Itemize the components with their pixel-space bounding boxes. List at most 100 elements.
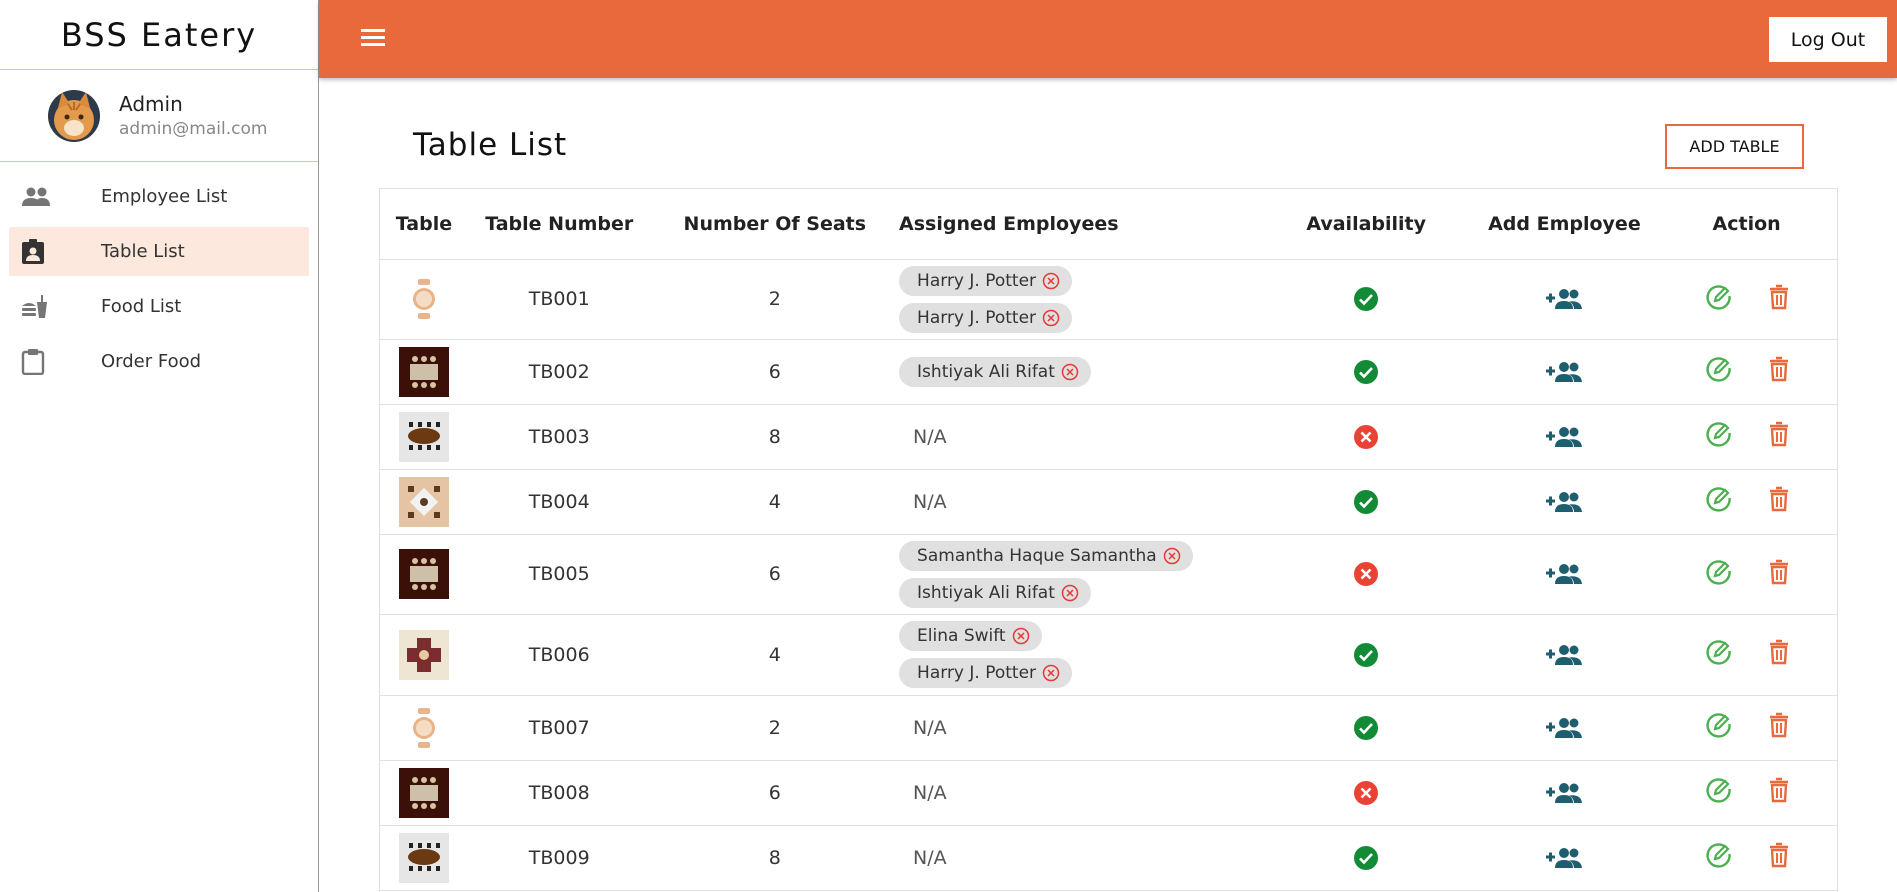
action-cell	[1656, 695, 1837, 761]
seats-cell: 6	[650, 339, 900, 405]
delete-icon[interactable]	[1769, 421, 1789, 447]
employee-name: Harry J. Potter	[917, 663, 1037, 683]
edit-icon[interactable]	[1705, 420, 1733, 448]
table-thumbnail-cell	[380, 404, 468, 470]
delete-icon[interactable]	[1769, 842, 1789, 868]
sidebar-item-table-list[interactable]: Table List	[9, 227, 309, 276]
add-employee-cell	[1472, 825, 1657, 891]
delete-icon[interactable]	[1769, 559, 1789, 585]
table-number-cell: TB007	[467, 695, 651, 761]
sidebar-item-label: Food List	[101, 296, 182, 317]
edit-icon[interactable]	[1705, 283, 1733, 311]
sidebar-item-label: Order Food	[101, 351, 202, 372]
seats-cell: 6	[650, 760, 900, 826]
no-employees-label: N/A	[913, 490, 947, 513]
no-employees-label: N/A	[913, 781, 947, 804]
remove-employee-icon[interactable]	[1042, 309, 1060, 327]
add-employee-cell	[1472, 695, 1657, 761]
table-layout-image	[380, 274, 468, 324]
table-thumbnail-cell	[380, 534, 468, 615]
add-employee-cell	[1472, 404, 1657, 470]
table-thumbnail-cell	[380, 760, 468, 826]
delete-icon[interactable]	[1769, 639, 1789, 665]
add-employee-icon[interactable]	[1545, 287, 1583, 311]
add-employee-icon[interactable]	[1545, 562, 1583, 586]
add-employee-icon[interactable]	[1545, 846, 1583, 870]
unavailable-x-icon	[1353, 780, 1379, 806]
remove-employee-icon[interactable]	[1042, 664, 1060, 682]
column-header-number-of-seats: Number Of Seats	[650, 189, 900, 260]
remove-employee-icon[interactable]	[1061, 363, 1079, 381]
assigned-employees-cell: N/A	[899, 469, 1260, 535]
employee-name: Harry J. Potter	[917, 270, 1037, 291]
table-row: TB004 4 N/A	[380, 469, 1837, 535]
table-number-cell: TB004	[467, 469, 651, 535]
add-employee-icon[interactable]	[1545, 643, 1583, 667]
employee-name: Ishtiyak Ali Rifat	[917, 361, 1055, 382]
assigned-employee-chip: Ishtiyak Ali Rifat	[899, 356, 1091, 387]
no-employees-label: N/A	[913, 846, 947, 869]
table-thumbnail-cell	[380, 614, 468, 696]
table-layout-image	[380, 476, 468, 527]
column-header-action: Action	[1656, 189, 1837, 260]
badge-icon	[21, 238, 55, 266]
add-employee-icon[interactable]	[1545, 425, 1583, 449]
seats-cell: 8	[650, 825, 900, 891]
profile-email: admin@mail.com	[119, 119, 268, 139]
page-title: Table List	[413, 127, 568, 163]
delete-icon[interactable]	[1769, 356, 1789, 382]
delete-icon[interactable]	[1769, 777, 1789, 803]
table-row: TB006 4 Elina Swift Harry J. Potter	[380, 614, 1837, 696]
remove-employee-icon[interactable]	[1012, 627, 1030, 645]
availability-cell	[1259, 259, 1473, 340]
remove-employee-icon[interactable]	[1061, 584, 1079, 602]
table-row: TB002 6 Ishtiyak Ali Rifat	[380, 339, 1837, 405]
table-layout-image	[380, 346, 468, 397]
seats-cell: 4	[650, 614, 900, 696]
employee-name: Samantha Haque Samantha	[917, 545, 1157, 566]
no-employees-label: N/A	[913, 425, 947, 448]
sidebar-nav: Employee List Table List Food List Order…	[0, 162, 318, 386]
clipboard-icon	[21, 348, 55, 376]
table-layout-image	[380, 411, 468, 462]
add-employee-icon[interactable]	[1545, 490, 1583, 514]
edit-icon[interactable]	[1705, 638, 1733, 666]
edit-icon[interactable]	[1705, 485, 1733, 513]
add-employee-icon[interactable]	[1545, 781, 1583, 805]
top-app-bar: Log Out	[319, 0, 1897, 78]
availability-cell	[1259, 825, 1473, 891]
profile-name: Admin	[119, 92, 183, 116]
add-employee-cell	[1472, 534, 1657, 615]
table-row: TB001 2 Harry J. Potter Harry J. Potter	[380, 259, 1837, 340]
availability-cell	[1259, 404, 1473, 470]
edit-icon[interactable]	[1705, 355, 1733, 383]
remove-employee-icon[interactable]	[1163, 547, 1181, 565]
remove-employee-icon[interactable]	[1042, 272, 1060, 290]
sidebar-item-employee-list[interactable]: Employee List	[9, 172, 309, 221]
assigned-employee-chip: Samantha Haque Samantha	[899, 540, 1193, 571]
add-table-button[interactable]: ADD TABLE	[1665, 124, 1804, 169]
menu-icon[interactable]	[359, 25, 387, 49]
delete-icon[interactable]	[1769, 712, 1789, 738]
add-employee-icon[interactable]	[1545, 360, 1583, 384]
sidebar-item-order-food[interactable]: Order Food	[9, 337, 309, 386]
assigned-employees-cell: Ishtiyak Ali Rifat	[899, 339, 1260, 405]
unavailable-x-icon	[1353, 561, 1379, 587]
logout-button[interactable]: Log Out	[1769, 17, 1887, 62]
edit-icon[interactable]	[1705, 711, 1733, 739]
delete-icon[interactable]	[1769, 486, 1789, 512]
edit-icon[interactable]	[1705, 776, 1733, 804]
available-check-icon	[1353, 642, 1379, 668]
delete-icon[interactable]	[1769, 284, 1789, 310]
sidebar-item-food-list[interactable]: Food List	[9, 282, 309, 331]
action-cell	[1656, 404, 1837, 470]
table-number-cell: TB003	[467, 404, 651, 470]
table-row: TB007 2 N/A	[380, 695, 1837, 761]
action-cell	[1656, 469, 1837, 535]
assigned-employees-cell: Elina Swift Harry J. Potter	[899, 614, 1260, 696]
table-header-row: Table Table Number Number Of Seats Assig…	[380, 189, 1837, 260]
add-employee-icon[interactable]	[1545, 716, 1583, 740]
edit-icon[interactable]	[1705, 558, 1733, 586]
table-thumbnail-cell	[380, 339, 468, 405]
edit-icon[interactable]	[1705, 841, 1733, 869]
